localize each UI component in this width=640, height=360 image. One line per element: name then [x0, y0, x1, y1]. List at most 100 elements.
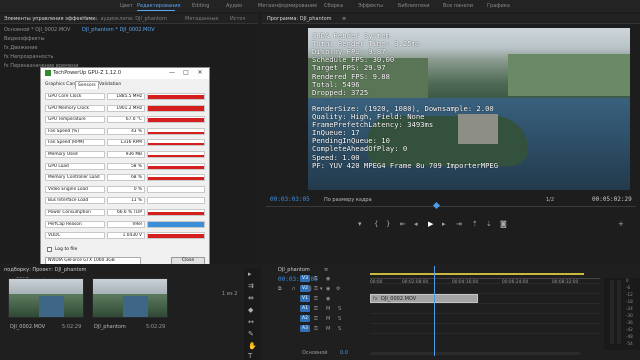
ripple-edit-tool-icon[interactable]: ⇹	[248, 294, 254, 302]
gpuz-tab-validation[interactable]: Validation	[97, 81, 123, 88]
track-mute-icon[interactable]: M	[326, 326, 330, 332]
sequence-clip-label[interactable]: DJI_phantom * DJI_0002.MOV	[82, 27, 155, 33]
effect-row-motion[interactable]: fx Движение	[4, 45, 38, 51]
sensor-label[interactable]: Bus Interface Load	[45, 197, 105, 205]
step-back-icon[interactable]: ◂	[414, 220, 418, 228]
track-header-v1[interactable]: V1	[300, 295, 310, 302]
sensor-label[interactable]: PerfCap Reason	[45, 220, 105, 228]
tab-program-monitor[interactable]: Программа: DJI_phantom	[267, 16, 332, 22]
track-mute-icon[interactable]: M	[326, 306, 330, 312]
track-lock-icon[interactable]: ⚿	[314, 276, 318, 282]
go-to-in-icon[interactable]: ⇤	[400, 220, 406, 228]
razor-tool-icon[interactable]: ◆	[248, 306, 253, 314]
clip-thumbnail-2[interactable]	[92, 278, 168, 318]
program-scrub-bar[interactable]	[266, 206, 636, 207]
menu-item-color[interactable]: Цвет	[120, 3, 133, 9]
slip-tool-icon[interactable]: ↔	[248, 318, 254, 326]
sensor-status-fill	[148, 221, 204, 227]
step-forward-icon[interactable]: ▸	[442, 220, 446, 228]
gpuz-maximize-button[interactable]: □	[179, 69, 193, 77]
menu-item-audio[interactable]: Аудио	[226, 3, 242, 9]
track-header-a2[interactable]: A2	[300, 315, 310, 322]
tab-audio-clip-mixer[interactable]: Микш. аудиоклипа: DJI_phantom	[82, 16, 167, 22]
menu-item-metalogging[interactable]: Метаинформирование	[258, 3, 317, 9]
program-playhead-marker[interactable]	[432, 201, 441, 210]
program-video-frame[interactable]: CUDA Render System Total Render Time: 3.2…	[308, 28, 630, 190]
mark-out-icon[interactable]: }	[386, 220, 390, 228]
export-frame-icon[interactable]: ◙	[500, 220, 507, 228]
track-select-tool-icon[interactable]: ⇉	[248, 282, 254, 290]
gpuz-log-label: Log to file	[55, 247, 78, 252]
sensor-label[interactable]: GPU Load	[45, 162, 105, 170]
gpuz-app-icon	[45, 70, 51, 76]
track-lock-icon[interactable]: ⚿	[314, 306, 318, 312]
timeline-clip-v1[interactable]: fx DJI_0002.MOV	[370, 294, 478, 303]
timeline-playhead[interactable]	[434, 266, 435, 356]
tab-metadata[interactable]: Метаданные	[185, 16, 218, 22]
gpuz-log-checkbox[interactable]	[47, 247, 52, 252]
add-marker-icon[interactable]: ▾	[358, 220, 362, 228]
program-page-indicator[interactable]: 1/2	[546, 197, 554, 203]
program-menu-icon[interactable]: ≡	[342, 16, 346, 22]
gpuz-title: TechPowerUp GPU-Z 1.12.0	[53, 70, 122, 76]
gpuz-minimize-button[interactable]: —	[165, 69, 179, 77]
effect-row-opacity[interactable]: fx Непрозрачность	[4, 54, 53, 60]
gpuz-close-x-button[interactable]: ✕	[193, 69, 207, 77]
track-lock-icon[interactable]: ⚿	[314, 286, 318, 292]
sensor-label[interactable]: Memory Controller Load	[45, 174, 105, 182]
menu-item-effects[interactable]: Эффекты	[358, 3, 383, 9]
track-lock-icon[interactable]: ⚿	[314, 316, 318, 322]
program-current-timecode[interactable]: 00:03:03:05	[270, 196, 310, 203]
extract-icon[interactable]: ⇣	[486, 220, 492, 228]
menu-item-assembly[interactable]: Сборка	[324, 3, 343, 9]
sensor-label[interactable]: Video Engine Load	[45, 185, 105, 193]
track-solo-icon[interactable]: S	[338, 306, 341, 312]
go-to-out-icon[interactable]: ⇥	[456, 220, 462, 228]
sensor-label[interactable]: Memory Used	[45, 151, 105, 158]
hand-tool-icon[interactable]: ✋	[248, 342, 257, 350]
sensor-label[interactable]: Fan Speed (RPM)	[45, 139, 105, 147]
menu-item-graphics[interactable]: Графика	[487, 3, 510, 9]
track-solo-icon[interactable]: S	[338, 326, 341, 332]
track-lock-icon[interactable]: ⚿	[314, 326, 318, 332]
type-tool-icon[interactable]: T	[248, 352, 252, 360]
menu-item-editing-ru[interactable]: Редактирование	[137, 3, 181, 9]
gpuz-tab-graphics-card[interactable]: Graphics Card	[43, 81, 79, 88]
track-header-a3[interactable]: A3	[300, 325, 310, 332]
timeline-horizontal-scrollbar[interactable]	[370, 352, 580, 355]
sensor-label[interactable]: GPU Memory Clock	[45, 104, 105, 112]
track-lock-icon[interactable]: ⚿	[314, 296, 318, 302]
track-eye-icon[interactable]: ◉	[326, 286, 330, 292]
track-eye-icon[interactable]: ◉	[326, 296, 330, 302]
button-editor-icon[interactable]: +	[618, 220, 624, 228]
sensor-label[interactable]: VDDC	[45, 232, 105, 240]
selection-tool-icon[interactable]: ▸	[248, 270, 252, 278]
menu-item-editing[interactable]: Editing	[192, 3, 209, 9]
program-fit-dropdown[interactable]: По размеру кадра	[324, 197, 372, 203]
gpuz-tab-sensors[interactable]: Sensors	[75, 81, 99, 89]
gpuz-titlebar[interactable]: TechPowerUp GPU-Z 1.12.0 — □ ✕	[41, 68, 209, 79]
project-items-count: 1 из 2	[222, 291, 238, 297]
menu-item-all-panels[interactable]: Все панели	[443, 3, 473, 9]
master-track-value[interactable]: 0.0	[340, 350, 348, 356]
mark-in-icon[interactable]: {	[374, 220, 378, 228]
sensor-label[interactable]: GPU Core Clock	[45, 93, 105, 100]
play-icon[interactable]: ▶	[428, 220, 433, 228]
track-header-a1[interactable]: A1	[300, 305, 310, 312]
track-eye-icon[interactable]: ◉	[326, 276, 330, 282]
sensor-label[interactable]: GPU Temperature	[45, 116, 105, 124]
track-header-v2[interactable]: V2	[300, 285, 310, 292]
track-mute-icon[interactable]: M	[326, 316, 330, 322]
source-clip-label[interactable]: Основной * DJI_0002.MOV	[4, 27, 70, 33]
sensor-label[interactable]: Fan Speed (%)	[45, 127, 105, 135]
clip-thumbnail-1[interactable]	[8, 278, 84, 318]
menu-item-libraries[interactable]: Библиотеки	[398, 3, 430, 9]
track-header-v3[interactable]: V3	[300, 275, 310, 282]
sensor-row: Memory Controller Load 68 %	[45, 173, 207, 182]
project-tab[interactable]: подборку: Проект: DJI_phantom	[4, 267, 86, 273]
pen-tool-icon[interactable]: ✎	[248, 330, 254, 338]
track-solo-icon[interactable]: S	[338, 316, 341, 322]
sensor-label[interactable]: Power Consumption	[45, 209, 105, 216]
lift-icon[interactable]: ⇡	[472, 220, 478, 228]
tab-source[interactable]: Источ	[230, 16, 245, 22]
